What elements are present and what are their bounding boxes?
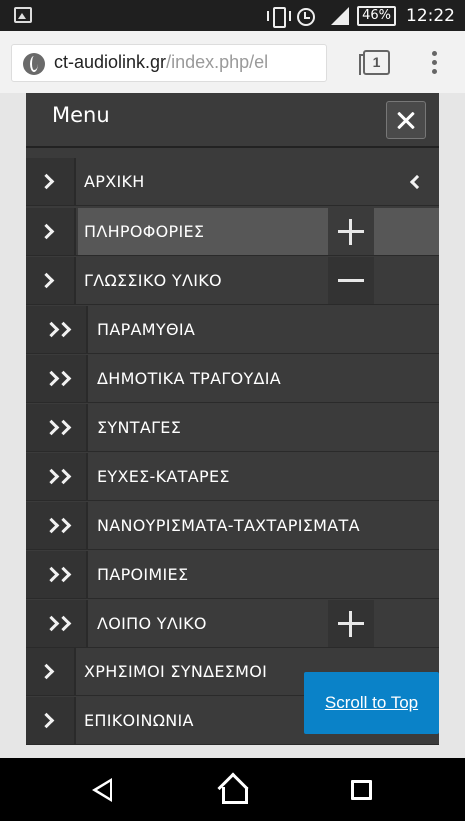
vibrate-icon <box>267 6 292 28</box>
double-chevron-right-icon <box>26 355 88 402</box>
more-options-icon[interactable] <box>430 51 438 75</box>
double-chevron-right-icon <box>26 551 88 598</box>
chevron-right-icon <box>26 257 76 304</box>
recent-apps-icon[interactable] <box>351 780 372 800</box>
address-bar[interactable]: ct-audiolink.gr/index.php/el <box>11 44 327 82</box>
status-bar: 46% 12:22 <box>0 0 465 31</box>
mobile-menu: Menu ΑΡΧΙΚΗ ΠΛΗΡΟΦΟΡΙΕΣ ΓΛΩΣΣΙΚΟ ΥΛΙΚΟ Π… <box>26 93 439 745</box>
submenu-item-other-material[interactable]: ΛΟΙΠΟ ΥΛΙΚΟ <box>26 600 439 648</box>
url-path: /index.php/el <box>166 52 269 72</box>
menu-title: Menu <box>52 103 110 127</box>
globe-icon <box>23 53 45 75</box>
expand-plus-icon[interactable] <box>328 600 374 647</box>
menu-close-button[interactable] <box>386 101 426 139</box>
menu-item-label: ΣΥΝΤΑΓΕΣ <box>97 418 182 437</box>
menu-item-label: ΔΗΜΟΤΙΚΑ ΤΡΑΓΟΥΔΙΑ <box>97 369 282 388</box>
menu-item-label: ΧΡΗΣΙΜΟΙ ΣΥΝΔΕΣΜΟΙ <box>84 662 268 681</box>
chevron-left-icon[interactable] <box>409 174 425 190</box>
back-icon[interactable] <box>92 778 112 802</box>
menu-item-home[interactable]: ΑΡΧΙΚΗ <box>26 158 439 206</box>
url-text[interactable]: ct-audiolink.gr/index.php/el <box>54 52 268 73</box>
url-domain: ct-audiolink.gr <box>54 52 167 72</box>
menu-item-label: ΠΛΗΡΟΦΟΡΙΕΣ <box>84 222 205 241</box>
double-chevron-right-icon <box>26 306 88 353</box>
menu-item-label: ΕΠΙΚΟΙΝΩΝΙΑ <box>84 711 194 730</box>
submenu-item-wishes-curses[interactable]: ΕΥΧΕΣ-ΚΑΤΑΡΕΣ <box>26 453 439 501</box>
menu-item-label: ΛΟΙΠΟ ΥΛΙΚΟ <box>97 614 207 633</box>
chevron-right-icon <box>26 158 76 205</box>
double-chevron-right-icon <box>26 404 88 451</box>
chevron-right-icon <box>26 208 76 255</box>
double-chevron-right-icon <box>26 502 88 549</box>
image-notification-icon <box>14 7 32 23</box>
submenu-item-folk-songs[interactable]: ΔΗΜΟΤΙΚΑ ΤΡΑΓΟΥΔΙΑ <box>26 355 439 403</box>
menu-item-label: ΕΥΧΕΣ-ΚΑΤΑΡΕΣ <box>97 467 230 486</box>
menu-item-label: ΠΑΡΑΜΥΘΙΑ <box>97 320 196 339</box>
chevron-right-icon <box>26 697 76 744</box>
expand-plus-icon[interactable] <box>328 208 374 255</box>
menu-item-label: ΝΑΝΟΥΡΙΣΜΑΤΑ-ΤΑΧΤΑΡΙΣΜΑΤΑ <box>97 516 360 535</box>
menu-item-label: ΠΑΡΟΙΜΙΕΣ <box>97 565 189 584</box>
navigation-bar <box>0 758 465 821</box>
browser-toolbar: ct-audiolink.gr/index.php/el 1 <box>0 31 465 93</box>
signal-icon <box>323 6 350 26</box>
menu-item-info[interactable]: ΠΛΗΡΟΦΟΡΙΕΣ <box>26 208 439 256</box>
submenu-item-lullabies[interactable]: ΝΑΝΟΥΡΙΣΜΑΤΑ-ΤΑΧΤΑΡΙΣΜΑΤΑ <box>26 502 439 550</box>
collapse-minus-icon[interactable] <box>328 257 374 304</box>
status-icons: 46% 12:22 <box>267 4 455 28</box>
chevron-right-icon <box>26 648 76 695</box>
home-icon[interactable] <box>219 776 248 804</box>
alarm-icon <box>295 6 316 26</box>
menu-header: Menu <box>26 93 439 148</box>
battery-indicator: 46% <box>357 6 396 26</box>
submenu-item-recipes[interactable]: ΣΥΝΤΑΓΕΣ <box>26 404 439 452</box>
double-chevron-right-icon <box>26 600 88 647</box>
page-content: Menu ΑΡΧΙΚΗ ΠΛΗΡΟΦΟΡΙΕΣ ΓΛΩΣΣΙΚΟ ΥΛΙΚΟ Π… <box>0 93 465 758</box>
tab-switcher-button[interactable]: 1 <box>359 50 390 75</box>
clock: 12:22 <box>406 6 455 26</box>
menu-item-label: ΑΡΧΙΚΗ <box>84 172 145 191</box>
double-chevron-right-icon <box>26 453 88 500</box>
menu-item-label: ΓΛΩΣΣΙΚΟ ΥΛΙΚΟ <box>84 271 222 290</box>
menu-item-language-material[interactable]: ΓΛΩΣΣΙΚΟ ΥΛΙΚΟ <box>26 257 439 305</box>
scroll-to-top-button[interactable]: Scroll to Top <box>304 672 439 734</box>
submenu-item-proverbs[interactable]: ΠΑΡΟΙΜΙΕΣ <box>26 551 439 599</box>
submenu-item-fairytales[interactable]: ΠΑΡΑΜΥΘΙΑ <box>26 306 439 354</box>
